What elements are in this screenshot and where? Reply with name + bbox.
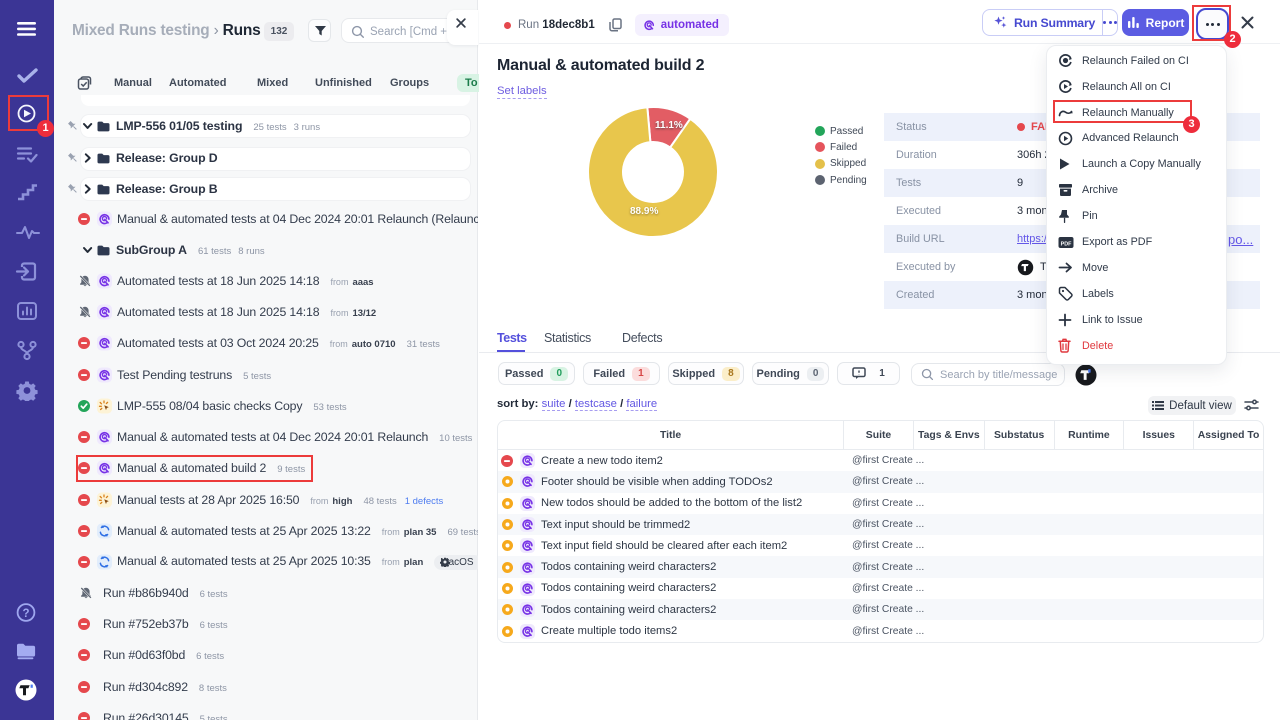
svg-text:PDF: PDF	[1060, 241, 1071, 247]
svg-text:?: ?	[22, 608, 29, 620]
